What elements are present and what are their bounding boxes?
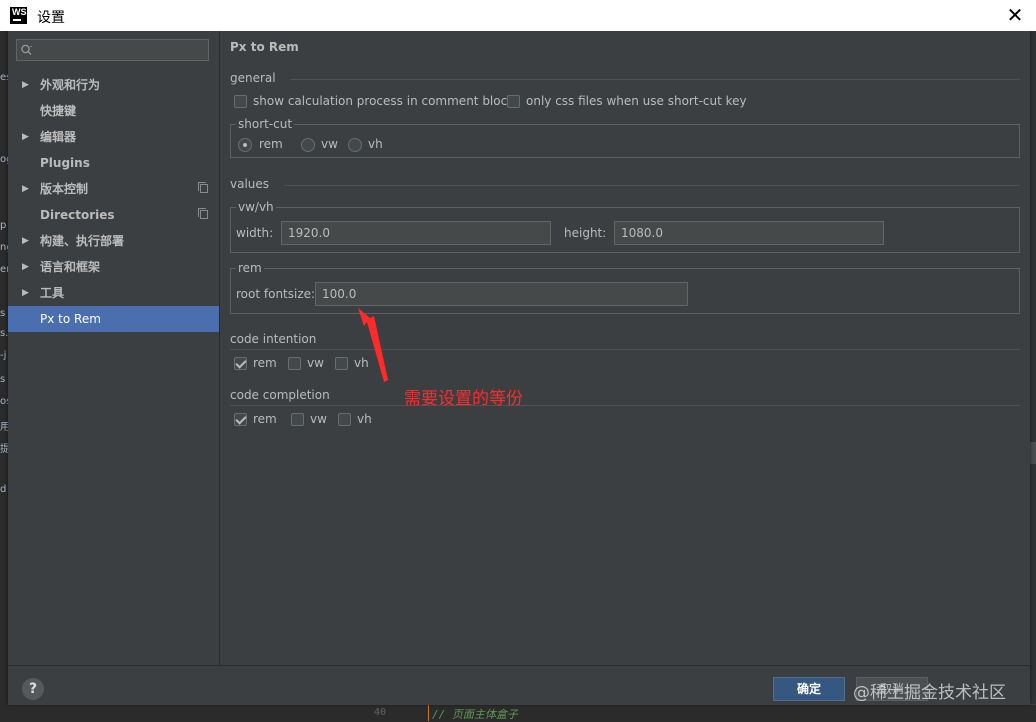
completion-vh-checkbox[interactable]	[338, 413, 351, 426]
rem-group-title: rem	[236, 261, 264, 275]
sidebar-item-tools[interactable]: ▶ 工具	[8, 280, 219, 306]
height-label: height:	[564, 226, 607, 240]
project-scope-icon	[198, 182, 208, 193]
sidebar-item-label: 快捷键	[40, 104, 77, 118]
section-label-values: values	[230, 177, 270, 191]
search-icon	[21, 44, 32, 55]
intention-rem-checkbox[interactable]	[234, 357, 247, 370]
sidebar-item-label: Px to Rem	[40, 312, 101, 326]
sidebar-item-label: 外观和行为	[40, 78, 101, 92]
section-label-code-intention: code intention	[230, 332, 317, 346]
annotation-arrow-icon	[358, 308, 388, 382]
completion-rem-label: rem	[253, 412, 277, 426]
intention-vw-label: vw	[307, 356, 324, 370]
background-editor-right	[1030, 30, 1036, 720]
separator	[230, 405, 1020, 406]
vwvh-group-title: vw/vh	[236, 200, 276, 214]
code-fold-bar	[428, 705, 429, 721]
expand-arrow-icon[interactable]: ▶	[22, 254, 29, 280]
separator	[284, 185, 1020, 186]
sidebar-item-directories[interactable]: Directories	[8, 202, 219, 228]
background-editor-left: es og p ng er s s. -j s os 用 提 d	[0, 30, 13, 720]
window-title: 设置	[37, 10, 65, 26]
background-text-fragment: -j	[0, 350, 7, 361]
expand-arrow-icon[interactable]: ▶	[22, 176, 29, 202]
shortcut-group-title: short-cut	[236, 117, 295, 131]
section-label-code-completion: code completion	[230, 388, 330, 402]
shortcut-vh-label: vh	[368, 137, 383, 151]
background-text-fragment: p	[0, 220, 7, 231]
line-number: 40	[374, 707, 387, 718]
expand-arrow-icon[interactable]: ▶	[22, 72, 29, 98]
scroll-marker	[1030, 442, 1036, 464]
ok-button[interactable]: 确定	[773, 677, 845, 701]
sidebar-item-label: 工具	[40, 286, 65, 300]
width-label: width:	[236, 226, 274, 240]
sidebar-item-label: 语言和框架	[40, 260, 101, 274]
page-title: Px to Rem	[230, 40, 299, 54]
background-editor-bottom: 40 // 页面主体盒子	[360, 704, 1036, 721]
expand-arrow-icon[interactable]: ▶	[22, 280, 29, 306]
webstorm-app-icon: WS	[10, 7, 27, 24]
watermark: @稀土掘金技术社区	[853, 683, 1006, 703]
background-text-fragment: s	[0, 308, 6, 319]
sidebar-item-plugins[interactable]: Plugins	[8, 150, 219, 176]
sidebar-item-label: 版本控制	[40, 182, 89, 196]
intention-vw-checkbox[interactable]	[288, 357, 301, 370]
sidebar-item-label: Directories	[40, 208, 115, 222]
sidebar-item-editor[interactable]: ▶ 编辑器	[8, 124, 219, 150]
expand-arrow-icon[interactable]: ▶	[22, 228, 29, 254]
completion-vw-checkbox[interactable]	[291, 413, 304, 426]
intention-rem-label: rem	[253, 356, 277, 370]
search-input[interactable]	[16, 39, 209, 61]
background-text-fragment: s	[0, 374, 6, 385]
section-label-general: general	[230, 71, 276, 85]
background-text-fragment: d	[0, 484, 7, 495]
shortcut-vw-radio[interactable]	[301, 138, 315, 152]
show-calculation-checkbox[interactable]	[234, 95, 247, 108]
sidebar-item-version-control[interactable]: ▶ 版本控制	[8, 176, 219, 202]
sidebar-item-build-deploy[interactable]: ▶ 构建、执行部署	[8, 228, 219, 254]
sidebar-item-label: Plugins	[40, 156, 90, 170]
settings-dialog: WS 设置 ✕ ▶ 外观和行为 快捷键 ▶ 编辑器 Plugins ▶ 版本控制…	[0, 0, 1036, 705]
sidebar-item-px-to-rem[interactable]: Px to Rem	[8, 306, 219, 332]
only-css-label: only css files when use short-cut key	[526, 94, 747, 108]
sidebar-item-label: 构建、执行部署	[40, 234, 125, 248]
help-button[interactable]: ?	[22, 678, 44, 700]
sidebar-item-languages[interactable]: ▶ 语言和框架	[8, 254, 219, 280]
separator	[290, 79, 1020, 80]
settings-sidebar: ▶ 外观和行为 快捷键 ▶ 编辑器 Plugins ▶ 版本控制 Directo…	[8, 31, 220, 665]
completion-vh-label: vh	[357, 412, 372, 426]
sidebar-item-keymap[interactable]: 快捷键	[8, 98, 219, 124]
shortcut-rem-label: rem	[259, 137, 283, 151]
expand-arrow-icon[interactable]: ▶	[22, 124, 29, 150]
width-input[interactable]: 1920.0	[281, 221, 551, 245]
show-calculation-label: show calculation process in comment bloc…	[253, 94, 515, 108]
dialog-footer: ? 确定 取消 @稀土掘金技术社区	[8, 665, 1030, 705]
annotation-text: 需要设置的等份	[404, 389, 523, 409]
height-input[interactable]: 1080.0	[614, 221, 884, 245]
shortcut-vh-radio[interactable]	[348, 138, 362, 152]
project-scope-icon	[198, 208, 208, 219]
root-fontsize-label: root fontsize:	[236, 287, 316, 301]
completion-rem-checkbox[interactable]	[234, 413, 247, 426]
title-bar: WS 设置 ✕	[0, 0, 1036, 31]
shortcut-vw-label: vw	[321, 137, 338, 151]
only-css-checkbox[interactable]	[507, 95, 520, 108]
sidebar-item-label: 编辑器	[40, 130, 77, 144]
completion-vw-label: vw	[310, 412, 327, 426]
close-button[interactable]: ✕	[1002, 3, 1028, 27]
shortcut-rem-radio[interactable]	[238, 138, 252, 152]
sidebar-item-appearance[interactable]: ▶ 外观和行为	[8, 72, 219, 98]
